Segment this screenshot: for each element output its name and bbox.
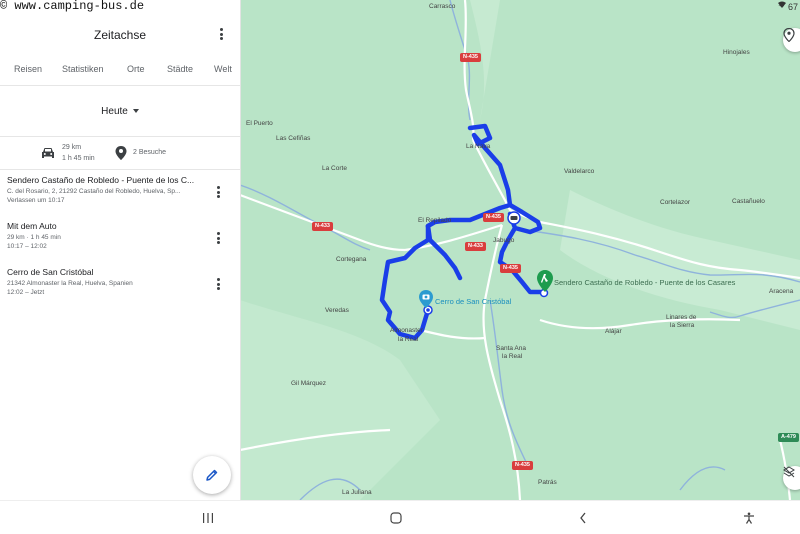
page-title: Zeitachse [93, 28, 147, 42]
road-shield: N-435 [460, 53, 481, 62]
town-label: Linares de [666, 314, 697, 321]
location-pin-icon [115, 146, 127, 160]
divider [0, 136, 240, 137]
entry-time: 12:02 – Jetzt [7, 289, 45, 296]
town-label: la Real [502, 353, 523, 360]
timeline-entry-end[interactable]: Cerro de San Cristóbal 21342 Almonaster … [0, 267, 240, 301]
town-label: Patrás [538, 479, 557, 486]
town-label: Cortelazor [660, 199, 690, 206]
system-nav-bar [0, 500, 800, 534]
town-label: Aracena [769, 288, 794, 295]
my-location-button[interactable] [783, 28, 800, 52]
tab-reisen[interactable]: Reisen [14, 64, 42, 74]
town-label: Veredas [325, 307, 349, 314]
home-button[interactable] [388, 510, 404, 526]
town-label: Cortegana [336, 256, 367, 263]
car-icon [42, 148, 54, 158]
town-label: El Puerto [246, 120, 273, 127]
map-canvas [240, 0, 800, 500]
recent-apps-button[interactable] [200, 510, 216, 526]
day-selector[interactable]: Heute [0, 106, 240, 117]
poi-label-start[interactable]: Sendero Castaño de Robledo - Puente de l… [554, 278, 735, 287]
divider [0, 85, 240, 86]
entry-time: Verlassen um 10:17 [7, 197, 65, 204]
more-options-icon[interactable] [214, 26, 228, 42]
back-button[interactable] [575, 510, 591, 526]
town-label: Carrasco [429, 3, 456, 10]
caret-down-icon [132, 109, 139, 114]
road-shield: N-435 [512, 461, 533, 470]
wifi-icon [778, 1, 787, 8]
town-label: Gil Márquez [291, 380, 327, 387]
location-pin-icon [783, 28, 795, 42]
panel-header: Zeitachse [0, 24, 240, 46]
layers-off-icon [783, 466, 795, 478]
town-label: Hinojales [723, 49, 750, 56]
battery-level: 67 [787, 2, 798, 12]
day-summary: 29 km 1 h 45 min 2 Besuche [0, 140, 240, 168]
recents-icon [203, 513, 213, 523]
road-shield: N-433 [465, 242, 486, 251]
entry-address: 21342 Almonaster la Real, Huelva, Spanie… [7, 280, 133, 287]
status-bar: ⁴ᴳ 67 [778, 0, 800, 14]
entry-title: Mit dem Auto [7, 221, 57, 231]
town-label: Santa Ana [496, 345, 526, 352]
town-label: Jabugo [493, 237, 515, 244]
timeline-entry-start[interactable]: Sendero Castaño de Robledo - Puente de l… [0, 175, 240, 209]
entry-title: Sendero Castaño de Robledo - Puente de l… [7, 175, 195, 185]
town-label: La Nava [466, 143, 491, 150]
town-label: la Sierra [670, 322, 695, 329]
road-shield: N-433 [312, 222, 333, 231]
timeline-panel: Zeitachse Reisen Statistiken Orte Städte… [0, 0, 241, 500]
entry-distance: 29 km · 1 h 45 min [7, 234, 61, 241]
layers-button[interactable] [783, 466, 800, 490]
road-shield: N-435 [483, 213, 504, 222]
entry-time: 10:17 – 12:02 [7, 243, 47, 250]
entry-address: C. del Rosario, 2, 21292 Castaño del Rob… [7, 188, 181, 195]
home-icon [390, 512, 402, 524]
town-label: Las Cefiñas [276, 135, 311, 142]
entry-title: Cerro de San Cristóbal [7, 267, 94, 277]
tab-statistiken[interactable]: Statistiken [62, 64, 104, 74]
back-icon [580, 512, 586, 524]
tab-welt[interactable]: Welt [214, 64, 232, 74]
road-shield: A-479 [778, 433, 799, 442]
summary-distance: 29 km [62, 144, 82, 151]
tab-orte[interactable]: Orte [127, 64, 145, 74]
summary-duration: 1 h 45 min [62, 155, 95, 162]
town-label: Castañuelo [732, 198, 765, 205]
watermark: © www.camping-bus.de [0, 0, 149, 13]
town-label: la Real [398, 336, 419, 343]
summary-visits: 2 Besuche [133, 149, 167, 156]
entry-options-icon[interactable] [211, 184, 225, 200]
edit-button[interactable] [193, 456, 231, 494]
town-label: Almonaster [390, 327, 423, 334]
divider [0, 169, 240, 170]
accessibility-icon [744, 512, 754, 524]
town-label: Valdelarco [564, 168, 595, 175]
town-label: La Juliana [342, 489, 372, 496]
entry-options-icon[interactable] [211, 230, 225, 246]
entry-options-icon[interactable] [211, 276, 225, 292]
day-label: Heute [101, 106, 128, 117]
road-shield: N-435 [500, 264, 521, 273]
poi-label-end[interactable]: Cerro de San Cristóbal [435, 297, 511, 306]
tab-staedte[interactable]: Städte [167, 64, 193, 74]
town-label: La Corte [322, 165, 347, 172]
pencil-icon [206, 469, 218, 481]
accessibility-button[interactable] [741, 510, 757, 526]
town-label: El Repilado [418, 217, 452, 224]
timeline-entry-drive[interactable]: Mit dem Auto 29 km · 1 h 45 min 10:17 – … [0, 221, 240, 255]
map-view[interactable]: Carrasco Hinojales El Puerto Las Cefiñas… [240, 0, 800, 500]
town-label: Alájar [605, 328, 622, 335]
